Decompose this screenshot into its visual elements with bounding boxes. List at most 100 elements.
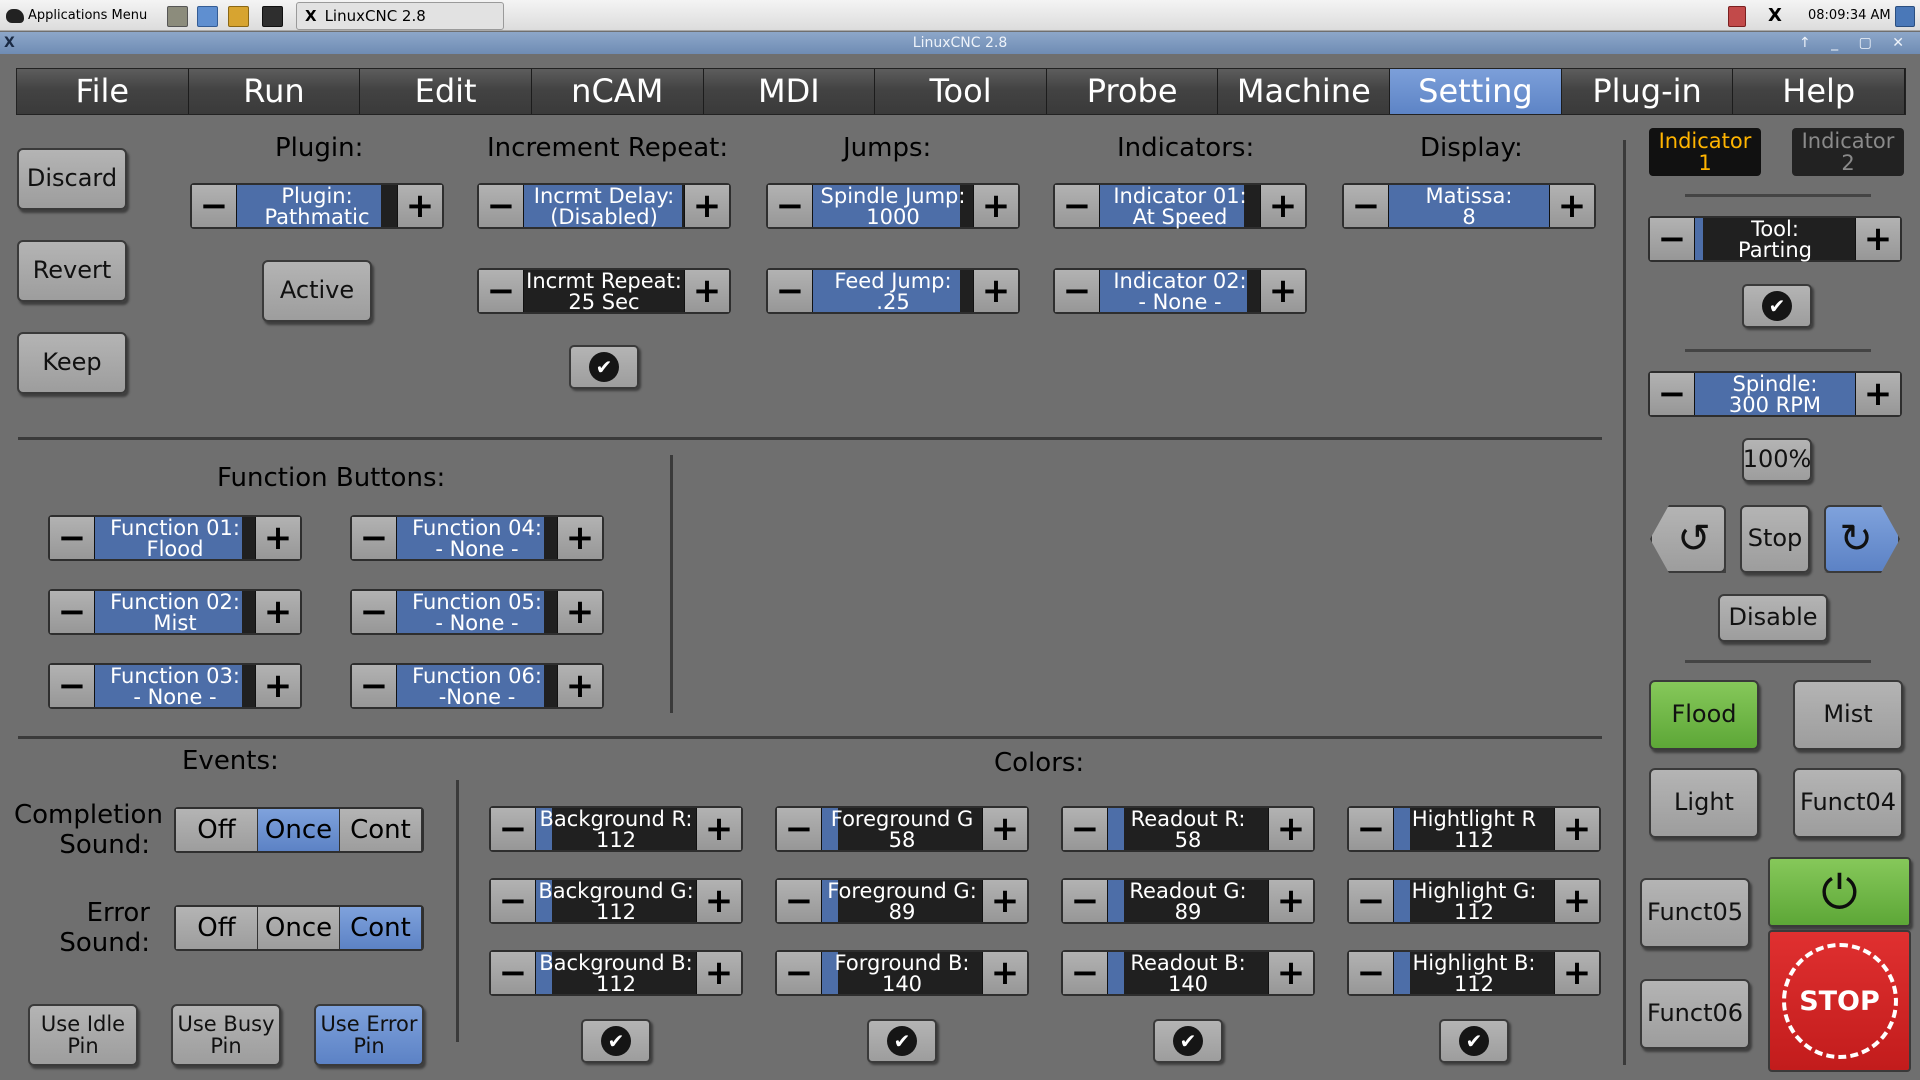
plus-icon[interactable]: + xyxy=(1550,185,1594,227)
color-spinner[interactable]: − Background R: 112 + xyxy=(489,806,743,852)
window-task-button[interactable]: X LinuxCNC 2.8 xyxy=(296,2,504,30)
color-spinner[interactable]: − Forground B: 140 + xyxy=(775,950,1029,996)
emergency-stop-button[interactable]: STOP xyxy=(1768,930,1911,1072)
minus-icon[interactable]: − xyxy=(1650,373,1694,415)
option-off[interactable]: Off xyxy=(176,809,258,851)
plus-icon[interactable]: + xyxy=(558,665,602,707)
option-off[interactable]: Off xyxy=(176,907,258,949)
minus-icon[interactable]: − xyxy=(352,517,396,559)
plus-icon[interactable]: + xyxy=(256,591,300,633)
plus-icon[interactable]: + xyxy=(697,808,741,850)
color-spinner[interactable]: − Readout R: 58 + xyxy=(1061,806,1315,852)
plugin-active-button[interactable]: Active xyxy=(262,260,372,322)
color-confirm-button[interactable]: ✔ xyxy=(1439,1019,1509,1063)
plus-icon[interactable]: + xyxy=(974,185,1018,227)
completion-sound-selector[interactable]: Off Once Cont xyxy=(174,807,424,853)
minus-icon[interactable]: − xyxy=(1063,880,1107,922)
minus-icon[interactable]: − xyxy=(777,808,821,850)
window-controls[interactable]: ↑ _ ▢ ✕ xyxy=(1799,32,1912,54)
spindle-reverse-button[interactable]: ↺ xyxy=(1650,505,1726,573)
menu-file[interactable]: File xyxy=(17,69,189,114)
plus-icon[interactable]: + xyxy=(558,591,602,633)
use-idle-pin-button[interactable]: Use Idle Pin xyxy=(28,1004,138,1066)
plus-icon[interactable]: + xyxy=(697,952,741,994)
menu-plug-in[interactable]: Plug-in xyxy=(1561,69,1734,114)
spindle-speed-spinner[interactable]: − Spindle: 300 RPM + xyxy=(1648,371,1902,417)
plus-icon[interactable]: + xyxy=(1269,880,1313,922)
function-01-spinner[interactable]: − Function 01: Flood + xyxy=(48,515,302,561)
minus-icon[interactable]: − xyxy=(50,665,94,707)
menu-ncam[interactable]: nCAM xyxy=(531,69,704,114)
plus-icon[interactable]: + xyxy=(685,270,729,312)
menu-probe[interactable]: Probe xyxy=(1046,69,1219,114)
plus-icon[interactable]: + xyxy=(558,517,602,559)
plus-icon[interactable]: + xyxy=(983,808,1027,850)
color-spinner[interactable]: − Hightlight R 112 + xyxy=(1347,806,1601,852)
plus-icon[interactable]: + xyxy=(398,185,442,227)
minus-icon[interactable]: − xyxy=(777,952,821,994)
color-spinner[interactable]: − Foreground G: 89 + xyxy=(775,878,1029,924)
menu-run[interactable]: Run xyxy=(188,69,361,114)
logout-icon[interactable] xyxy=(1728,6,1746,27)
function-06-spinner[interactable]: − Function 06: -None - + xyxy=(350,663,604,709)
minus-icon[interactable]: − xyxy=(1650,218,1694,260)
terminal-icon[interactable] xyxy=(262,6,283,27)
color-spinner[interactable]: − Background G: 112 + xyxy=(489,878,743,924)
disable-button[interactable]: Disable xyxy=(1718,594,1828,642)
text-editor-icon[interactable] xyxy=(228,6,249,27)
color-spinner[interactable]: − Highlight B: 112 + xyxy=(1347,950,1601,996)
light-button[interactable]: Light xyxy=(1649,768,1759,838)
function-05-spinner[interactable]: − Function 05: - None - + xyxy=(350,589,604,635)
minus-icon[interactable]: − xyxy=(352,665,396,707)
minus-icon[interactable]: − xyxy=(1063,808,1107,850)
option-cont[interactable]: Cont xyxy=(340,907,422,949)
mist-button[interactable]: Mist xyxy=(1793,680,1903,750)
color-spinner[interactable]: − Highlight G: 112 + xyxy=(1347,878,1601,924)
funct06-button[interactable]: Funct06 xyxy=(1640,979,1750,1049)
tool-confirm-button[interactable]: ✔ xyxy=(1742,284,1812,328)
plus-icon[interactable]: + xyxy=(1856,373,1900,415)
feed-jump-spinner[interactable]: − Feed Jump: .25 + xyxy=(766,268,1020,314)
option-cont[interactable]: Cont xyxy=(340,809,422,851)
menu-edit[interactable]: Edit xyxy=(360,69,532,114)
funct05-button[interactable]: Funct05 xyxy=(1640,878,1750,948)
menu-setting[interactable]: Setting xyxy=(1390,69,1562,114)
spindle-forward-button[interactable]: ↻ xyxy=(1824,505,1900,573)
plus-icon[interactable]: + xyxy=(697,880,741,922)
option-once[interactable]: Once xyxy=(258,907,340,949)
menu-machine[interactable]: Machine xyxy=(1218,69,1391,114)
plus-icon[interactable]: + xyxy=(1555,880,1599,922)
color-spinner[interactable]: − Background B: 112 + xyxy=(489,950,743,996)
increment-delay-spinner[interactable]: − Incrmt Delay: (Disabled) + xyxy=(477,183,731,229)
minus-icon[interactable]: − xyxy=(491,952,535,994)
minus-icon[interactable]: − xyxy=(1055,270,1099,312)
plus-icon[interactable]: + xyxy=(256,517,300,559)
minus-icon[interactable]: − xyxy=(479,270,523,312)
option-once[interactable]: Once xyxy=(258,809,340,851)
revert-button[interactable]: Revert xyxy=(17,240,127,302)
minus-icon[interactable]: − xyxy=(777,880,821,922)
minus-icon[interactable]: − xyxy=(768,270,812,312)
color-spinner[interactable]: − Foreground G 58 + xyxy=(775,806,1029,852)
machine-power-button[interactable]: ⏻ xyxy=(1768,857,1911,927)
spindle-stop-button[interactable]: Stop xyxy=(1740,505,1810,573)
color-confirm-button[interactable]: ✔ xyxy=(581,1019,651,1063)
minus-icon[interactable]: − xyxy=(50,517,94,559)
plus-icon[interactable]: + xyxy=(983,880,1027,922)
tool-spinner[interactable]: − Tool: Parting + xyxy=(1648,216,1902,262)
minus-icon[interactable]: − xyxy=(1063,952,1107,994)
increment-repeat-spinner[interactable]: − Incrmt Repeat: 25 Sec + xyxy=(477,268,731,314)
matissa-spinner[interactable]: − Matissa: 8 + xyxy=(1342,183,1596,229)
indicator-01-spinner[interactable]: − Indicator 01: At Speed + xyxy=(1053,183,1307,229)
plus-icon[interactable]: + xyxy=(1269,808,1313,850)
network-icon[interactable] xyxy=(1895,6,1915,27)
flood-button[interactable]: Flood xyxy=(1649,680,1759,750)
spindle-jump-spinner[interactable]: − Spindle Jump: 1000 + xyxy=(766,183,1020,229)
minus-icon[interactable]: − xyxy=(1344,185,1388,227)
discard-button[interactable]: Discard xyxy=(17,148,127,210)
plugin-spinner[interactable]: − Plugin: Pathmatic + xyxy=(190,183,444,229)
plus-icon[interactable]: + xyxy=(1261,185,1305,227)
spindle-override-button[interactable]: 100% xyxy=(1742,438,1812,482)
menu-mdi[interactable]: MDI xyxy=(703,69,876,114)
minus-icon[interactable]: − xyxy=(1349,808,1393,850)
